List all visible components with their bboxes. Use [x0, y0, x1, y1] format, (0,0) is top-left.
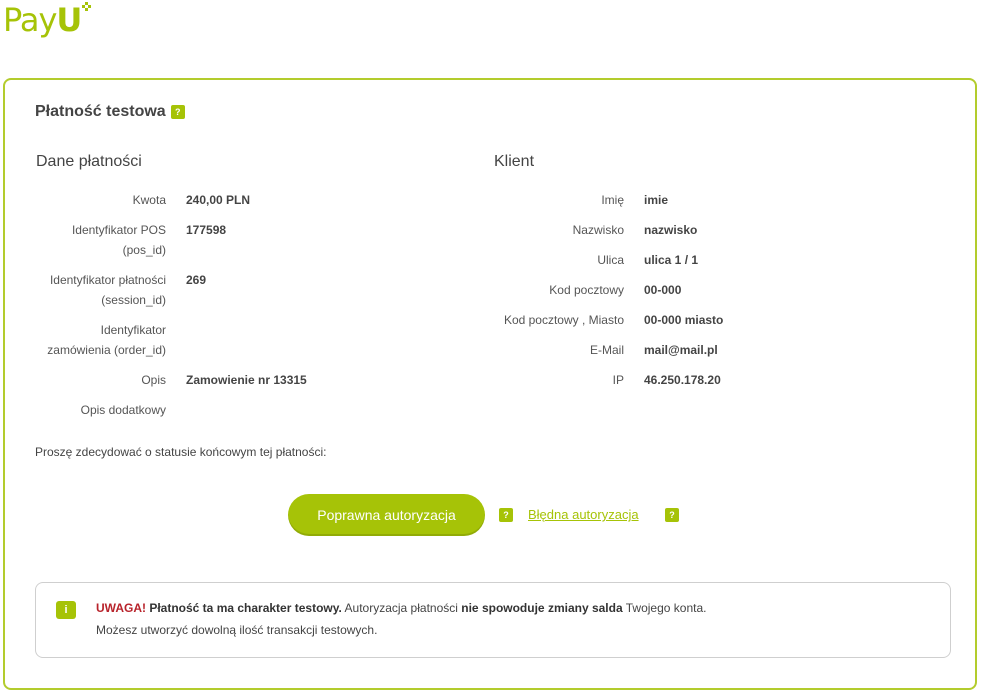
payment-value: Zamowienie nr 13315	[186, 373, 307, 387]
decision-prompt: Proszę zdecydować o statusie końcowym te…	[35, 445, 327, 459]
payment-label: Identyfikator płatności (session_id)	[49, 273, 166, 307]
notice-line-1: UWAGA! Płatność ta ma charakter testowy.…	[96, 601, 707, 615]
payment-value: 177598	[186, 223, 227, 237]
logo-text: PayU	[3, 1, 82, 39]
payu-logo: PayU	[3, 0, 92, 50]
client-value: 00-000	[644, 283, 682, 297]
test-payment-panel: Płatność testowa ? Dane płatności Klient…	[3, 78, 977, 690]
client-value: nazwisko	[644, 223, 698, 237]
client-value: 46.250.178.20	[644, 373, 721, 387]
failed-authorization-link[interactable]: Błędna autoryzacja	[528, 507, 639, 522]
help-icon[interactable]: ?	[499, 508, 513, 522]
client-label: Imię	[601, 193, 624, 207]
warning-label: UWAGA!	[96, 601, 146, 615]
client-label: Ulica	[597, 253, 624, 267]
client-label: IP	[612, 373, 624, 387]
payment-label: Identyfikator zamówienia (order_id)	[47, 323, 166, 357]
client-label: Nazwisko	[572, 223, 624, 237]
payment-heading: Dane płatności	[36, 153, 142, 170]
client-label: Kod pocztowy	[549, 283, 624, 297]
payment-value: 240,00 PLN	[186, 193, 251, 207]
payment-label: Kwota	[132, 193, 166, 207]
payment-label: Identyfikator POS (pos_id)	[71, 223, 166, 257]
help-icon[interactable]: ?	[665, 508, 679, 522]
page-title-text: Płatność testowa	[35, 103, 166, 120]
info-icon: i	[56, 601, 76, 619]
client-value: 00-000 miasto	[644, 313, 724, 327]
client-value: imie	[644, 193, 669, 207]
page-title: Płatność testowa ?	[35, 103, 185, 121]
notice-line-2: Możesz utworzyć dowolną ilość transakcji…	[96, 623, 378, 637]
correct-authorization-button[interactable]: Poprawna autoryzacja	[288, 494, 485, 536]
logo-dots	[79, 0, 92, 18]
client-label: Kod pocztowy , Miasto	[503, 313, 624, 327]
payment-value: 269	[186, 273, 207, 287]
help-icon[interactable]: ?	[170, 105, 185, 119]
client-value: ulica 1 / 1	[644, 253, 699, 267]
client-heading: Klient	[494, 153, 535, 170]
payment-label: Opis	[141, 373, 166, 387]
test-notice: i UWAGA! Płatność ta ma charakter testow…	[35, 582, 951, 658]
payment-label: Opis dodatkowy	[80, 403, 166, 417]
client-value: mail@mail.pl	[644, 343, 718, 357]
client-label: E-Mail	[589, 343, 624, 357]
